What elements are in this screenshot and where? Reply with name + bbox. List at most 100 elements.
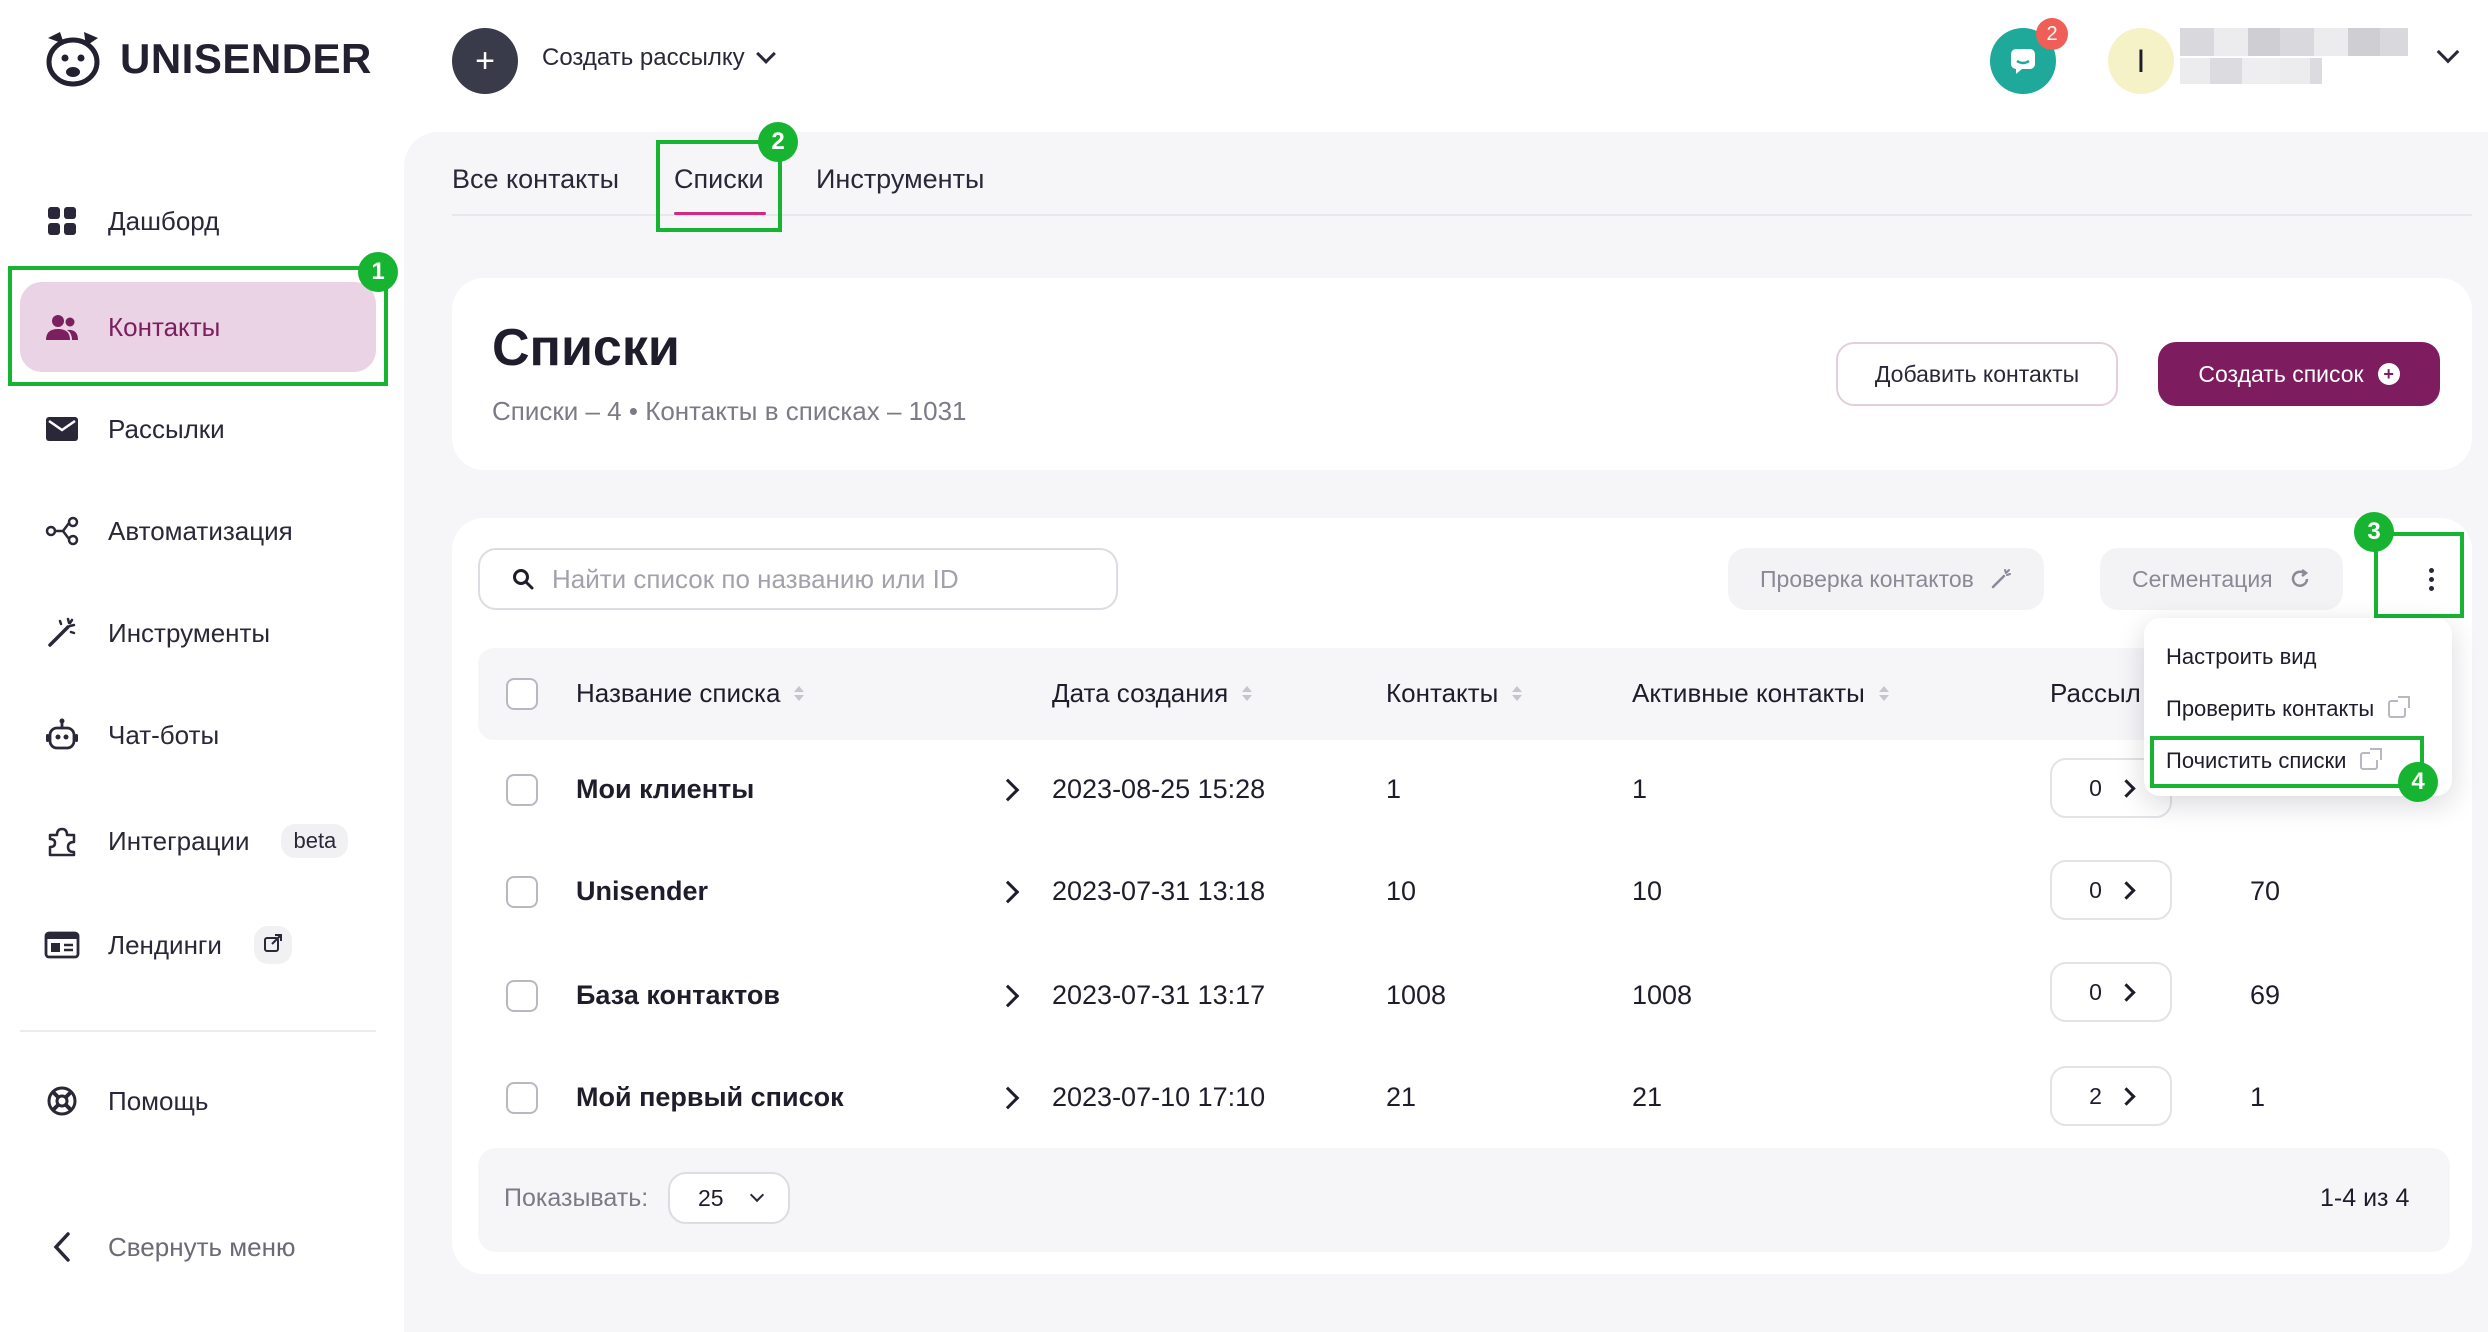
created-date: 2023-07-31 13:17 — [1052, 980, 1266, 1010]
page-subtitle: Списки – 4 • Контакты в списках – 1031 — [492, 396, 967, 426]
collapse-menu-label: Свернуть меню — [108, 1231, 296, 1262]
tab-all-contacts[interactable]: Все контакты — [452, 164, 619, 195]
notification-badge: 2 — [2036, 18, 2068, 50]
collapse-menu-button[interactable]: Свернуть меню — [20, 1202, 376, 1292]
sidebar-item-label: Рассылки — [108, 413, 225, 444]
created-date: 2023-08-25 15:28 — [1052, 774, 1266, 804]
list-name[interactable]: Unisender — [576, 876, 708, 907]
annotation-badge-1: 1 — [358, 252, 398, 292]
sidebar-item-label: Автоматизация — [108, 515, 293, 546]
refresh-icon — [2291, 569, 2308, 587]
avatar[interactable]: I — [2108, 28, 2174, 94]
mailings-pill[interactable]: 0 — [2050, 860, 2172, 920]
sidebar-item-chatbots[interactable]: Чат-боты — [20, 690, 376, 780]
sidebar-item-mailings[interactable]: Рассылки — [20, 384, 376, 474]
sidebar-divider — [20, 1030, 376, 1032]
dashboard-icon — [44, 203, 80, 239]
chevron-right-icon — [2117, 982, 2136, 1002]
plus-circle-icon: + — [2377, 363, 2400, 385]
contacts-count: 1008 — [1386, 980, 1447, 1010]
mailings-pill[interactable]: 2 — [2050, 1066, 2172, 1126]
sort-icon — [1878, 686, 1889, 701]
create-mailing-dropdown[interactable]: Создать рассылку — [542, 44, 776, 72]
column-header-created[interactable]: Дата создания — [1052, 678, 1253, 709]
active-contacts-count: 1008 — [1632, 980, 1693, 1010]
list-name[interactable]: Мои клиенты — [576, 774, 754, 805]
row-checkbox[interactable] — [506, 980, 538, 1012]
column-header-contacts[interactable]: Контакты — [1386, 678, 1523, 709]
sidebar-item-label: Интеграции — [108, 825, 250, 856]
sidebar-item-landings[interactable]: Лендинги — [20, 900, 376, 990]
sidebar-item-label: Лендинги — [108, 929, 222, 960]
contacts-count: 21 — [1386, 1082, 1417, 1112]
sidebar-item-label: Инструменты — [108, 617, 271, 648]
logo-dog-icon — [46, 32, 100, 87]
sidebar-item-automation[interactable]: Автоматизация — [20, 486, 376, 576]
puzzle-icon — [44, 823, 80, 859]
chevron-down-icon — [755, 44, 776, 64]
check-contacts-label: Проверка контактов — [1760, 565, 1974, 592]
page-title: Списки — [492, 319, 680, 377]
sidebar-item-help[interactable]: Помощь — [20, 1056, 376, 1146]
created-date: 2023-07-10 17:10 — [1052, 1082, 1266, 1112]
row-checkbox[interactable] — [506, 876, 538, 908]
brand-name: UNISENDER — [120, 35, 372, 82]
list-name[interactable]: Мой первый список — [576, 1082, 844, 1113]
contacts-count: 1 — [1386, 774, 1402, 804]
extra-column-value: 1 — [2250, 1082, 2266, 1112]
external-link-icon — [253, 926, 292, 964]
beta-badge: beta — [281, 824, 349, 858]
active-contacts-count: 21 — [1632, 1082, 1663, 1112]
annotation-badge-2: 2 — [758, 122, 798, 162]
segmentation-label: Сегментация — [2132, 565, 2273, 592]
brand-logo[interactable]: UNISENDER — [40, 28, 372, 90]
chevron-right-icon — [2117, 778, 2136, 798]
sidebar-item-label: Чат-боты — [108, 719, 220, 750]
sidebar-item-integrations[interactable]: Интеграции beta — [20, 796, 376, 886]
mailings-pill[interactable]: 0 — [2050, 962, 2172, 1022]
column-header-active[interactable]: Активные контакты — [1632, 678, 1889, 709]
created-date: 2023-07-31 13:18 — [1052, 876, 1266, 906]
chevron-left-icon — [44, 1229, 80, 1265]
annotation-highlight-4 — [2150, 736, 2424, 788]
plus-icon: + — [475, 41, 495, 80]
search-placeholder: Найти список по названию или ID — [552, 563, 959, 594]
row-checkbox[interactable] — [506, 1082, 538, 1114]
account-menu-chevron-icon[interactable] — [2436, 40, 2460, 64]
add-contacts-button[interactable]: Добавить контакты — [1836, 342, 2118, 406]
select-all-checkbox[interactable] — [506, 678, 538, 710]
row-checkbox[interactable] — [506, 774, 538, 806]
tab-tools[interactable]: Инструменты — [816, 164, 984, 195]
create-list-button[interactable]: Создать список + — [2158, 342, 2440, 406]
segmentation-button[interactable]: Сегментация — [2100, 548, 2343, 610]
search-icon — [513, 569, 534, 590]
sidebar-item-tools[interactable]: Инструменты — [20, 588, 376, 678]
active-contacts-count: 1 — [1632, 774, 1648, 804]
rows-per-page-label: Показывать: — [504, 1184, 649, 1212]
extra-column-value: 69 — [2250, 980, 2281, 1010]
search-input[interactable]: Найти список по названию или ID — [478, 548, 1118, 610]
column-header-name[interactable]: Название списка — [576, 678, 805, 709]
extra-column-value: 70 — [2250, 876, 2281, 906]
rows-per-page-select[interactable]: 25 — [668, 1172, 790, 1224]
pagination-info: 1-4 из 4 — [2320, 1184, 2410, 1212]
column-header-mailings[interactable]: Рассыл — [2050, 678, 2141, 709]
menu-item-configure-view[interactable]: Настроить вид — [2166, 644, 2316, 670]
magic-wand-icon — [1991, 569, 2011, 589]
contacts-count: 10 — [1386, 876, 1417, 906]
create-list-label: Создать список — [2198, 360, 2364, 387]
check-contacts-button[interactable]: Проверка контактов — [1728, 548, 2044, 610]
create-mailing-label: Создать рассылку — [542, 44, 745, 71]
sort-icon — [794, 686, 805, 701]
create-mailing-button[interactable]: + — [452, 28, 518, 94]
mail-icon — [44, 411, 80, 447]
sort-icon — [1512, 686, 1523, 701]
sidebar-item-dashboard[interactable]: Дашборд — [20, 176, 376, 266]
menu-item-check-contacts[interactable]: Проверить контакты — [2166, 696, 2411, 722]
external-link-icon — [2388, 696, 2411, 718]
automation-icon — [44, 513, 80, 549]
annotation-highlight-1 — [8, 266, 388, 386]
sidebar-item-label: Помощь — [108, 1085, 209, 1116]
list-name[interactable]: База контактов — [576, 980, 780, 1011]
user-name-blurred — [2180, 28, 2408, 56]
